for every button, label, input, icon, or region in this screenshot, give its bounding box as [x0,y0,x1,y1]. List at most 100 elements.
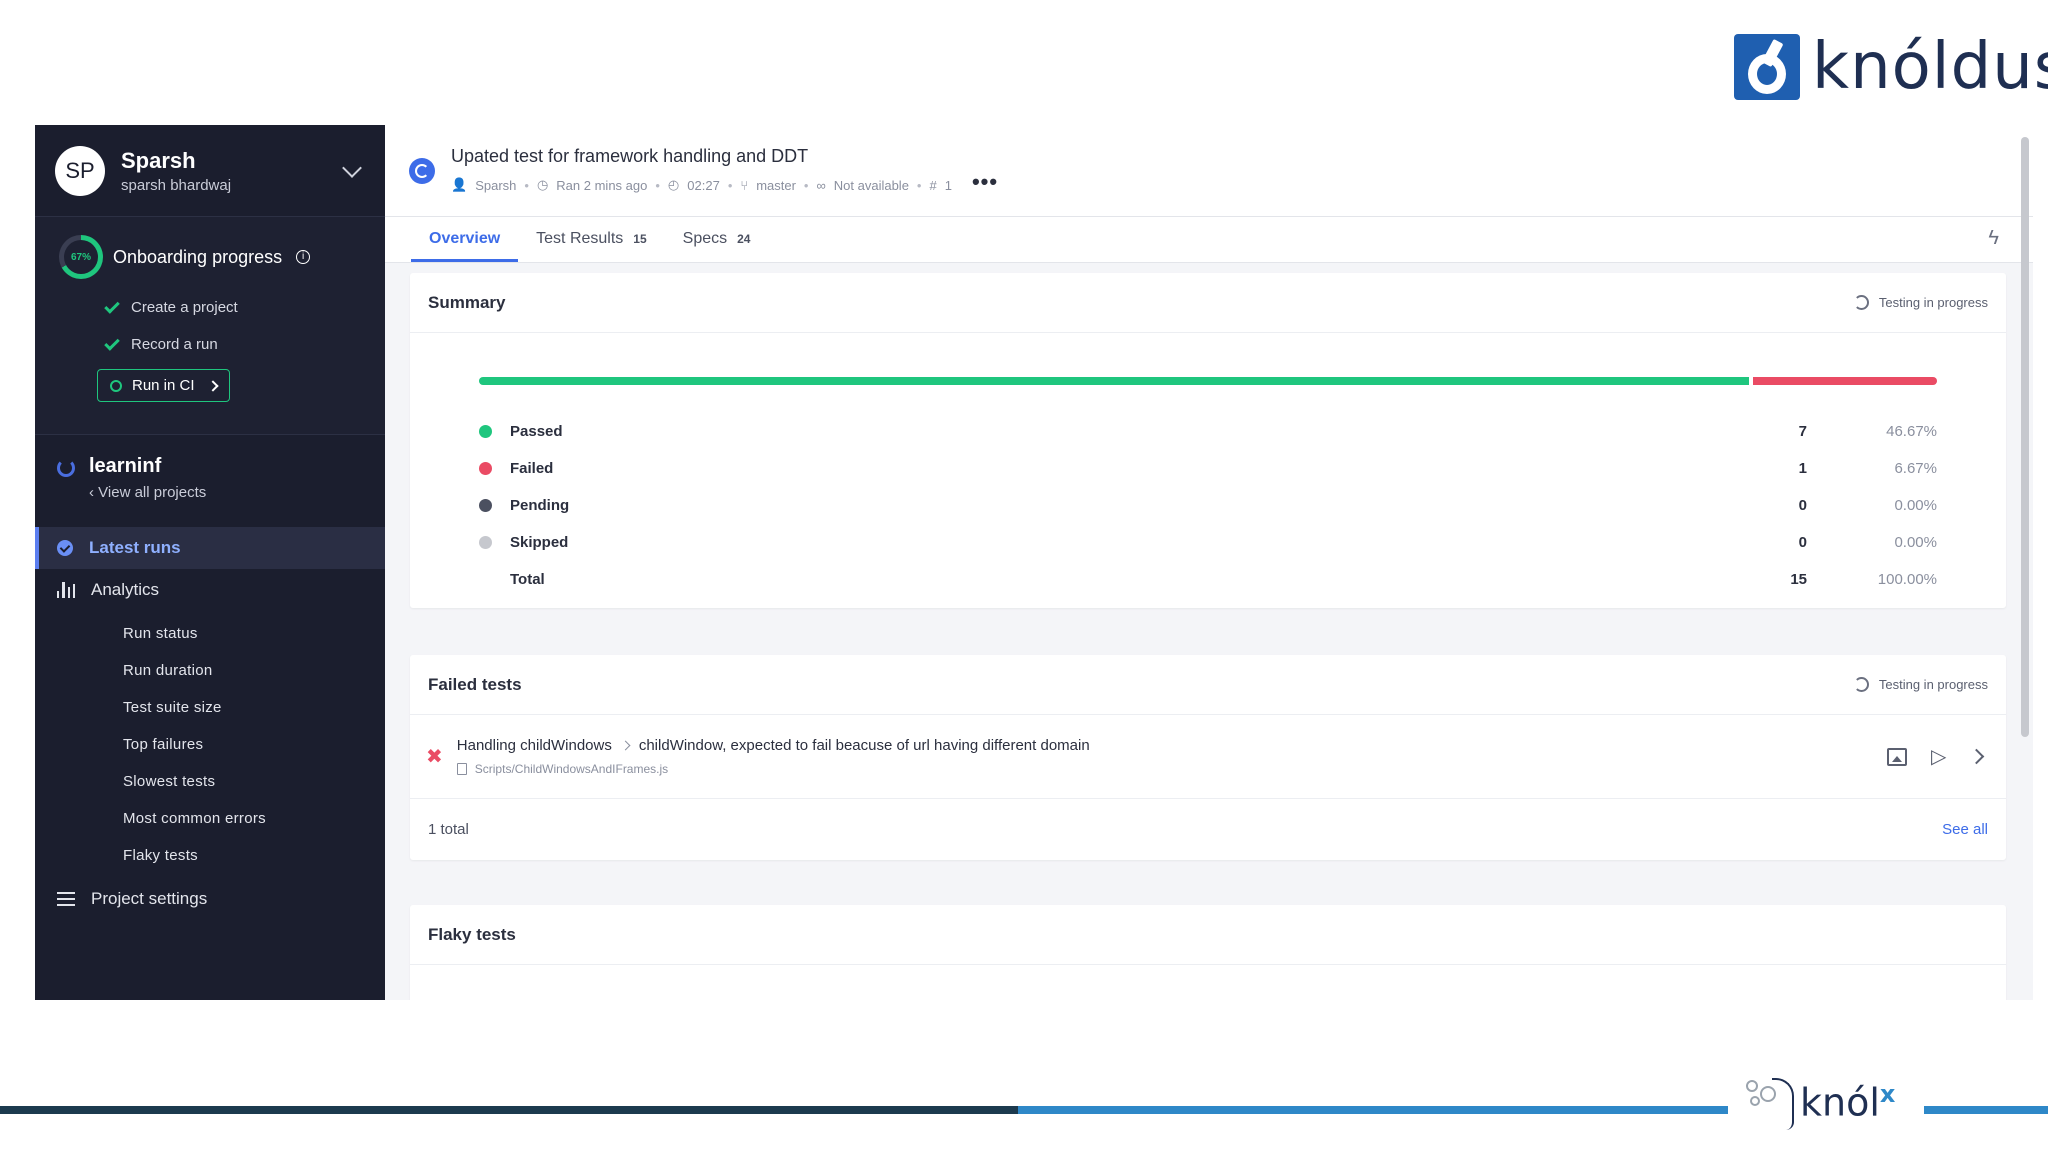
sidebar-item-run-status[interactable]: Run status [35,615,385,652]
failed-tests-card: Failed tests Testing in progress ✖ Handl… [410,655,2006,860]
sidebar: SP Sparsh sparsh bhardwaj 67% Onboarding… [35,125,385,1000]
info-icon[interactable]: i [296,250,311,264]
sidebar-item-label: Project settings [91,889,208,908]
testing-status: Testing in progress [1853,677,1988,692]
status-dot [479,462,492,475]
footer-line [0,1106,1018,1114]
bar-chart-icon [57,582,75,598]
chevron-right-icon[interactable] [1968,748,1985,765]
file-icon [456,763,467,775]
summary-row[interactable]: Failed 1 6.67% [479,450,1937,487]
tab-overview[interactable]: Overview [411,230,519,262]
user-icon: 👤 [451,177,468,192]
failed-total: 1 total [428,820,469,838]
more-options-icon[interactable]: ••• [972,169,998,195]
summary-card: Summary Testing in progress Passed 7 46.… [410,273,2006,608]
run-header: Upated test for framework handling and D… [385,125,2033,217]
chevron-down-icon[interactable] [342,157,362,178]
knoldus-logo-text: knóldus [1812,30,2048,104]
project-name: learninf [89,455,162,477]
clock-icon: ◷ [536,177,549,192]
hash-icon: # [929,177,937,193]
project-header: learninf ‹ View all projects [35,435,385,509]
run-number: 1 [944,177,952,193]
failed-bar-segment [1752,377,1937,385]
run-status-icon [409,157,435,184]
passed-bar-segment [479,377,1749,385]
refresh-icon [57,459,75,477]
onboarding-panel: 67% Onboarding progress i Create a proje… [35,217,385,435]
summary-progress-bar [479,377,1937,385]
avatar: SP [55,145,105,196]
sidebar-item-label: Analytics [91,580,160,599]
sidebar-item-top-failures[interactable]: Top failures [35,726,385,763]
check-circle-icon [57,540,73,556]
run-in-ci-label: Run in CI [132,377,195,394]
onboarding-step-label: Record a run [131,336,218,353]
summary-table: Passed 7 46.67% Failed 1 6.67% Pending 0… [479,413,1937,598]
refresh-icon [1853,295,1869,310]
testing-status: Testing in progress [1853,295,1988,310]
test-name: childWindow, expected to fail beacuse of… [638,737,1090,754]
status-dot [479,573,492,586]
sidebar-item-label: Latest runs [89,538,181,557]
knolx-logo: knólx [1728,1052,1924,1152]
circle-icon [110,379,122,392]
run-link: Not available [833,177,909,193]
knolx-logo-text: knólx [1800,1079,1896,1125]
play-icon[interactable] [1931,744,1947,769]
status-dot [479,536,492,549]
flaky-tests-card: Flaky tests [410,905,2006,1000]
run-branch[interactable]: master [756,178,796,193]
summary-total-row: Total 15 100.00% [479,561,1937,598]
refresh-icon [1853,677,1869,692]
scrollbar[interactable] [2021,137,2029,737]
main-content: Upated test for framework handling and D… [385,125,2033,1000]
test-file-path: Scripts/ChildWindowsAndIFrames.js [474,762,669,776]
run-in-ci-button[interactable]: Run in CI [97,369,230,402]
failed-test-row[interactable]: ✖ Handling childWindows childWindow, exp… [410,715,2006,799]
branch-icon: ⑂ [740,177,749,193]
knoldus-logo-mark [1734,34,1800,100]
failed-tests-title: Failed tests [428,674,522,694]
check-icon [104,297,120,314]
onboarding-progress-ring: 67% [59,235,103,279]
test-suite-name: Handling childWindows [456,737,612,754]
status-dot [479,499,492,512]
flash-off-icon[interactable]: ϟ [1988,227,1999,250]
onboarding-step: Record a run [104,334,361,353]
user-handle: sparsh bhardwaj [121,176,232,194]
summary-row[interactable]: Pending 0 0.00% [479,487,1937,524]
tab-test-results[interactable]: Test Results 15 [518,230,665,262]
tab-specs[interactable]: Specs 24 [665,230,769,262]
tab-count: 24 [737,232,751,246]
status-dot [479,425,492,438]
sidebar-item-run-duration[interactable]: Run duration [35,652,385,689]
view-all-projects-link[interactable]: ‹ View all projects [89,484,206,501]
sidebar-item-most-common-errors[interactable]: Most common errors [35,800,385,837]
sidebar-item-slowest-tests[interactable]: Slowest tests [35,763,385,800]
timer-icon: ◴ [667,177,680,192]
sidebar-item-project-settings[interactable]: Project settings [35,878,385,920]
summary-row[interactable]: Skipped 0 0.00% [479,524,1937,561]
link-icon: ∞ [816,177,826,193]
sidebar-item-test-suite-size[interactable]: Test suite size [35,689,385,726]
onboarding-percent: 67% [70,251,91,263]
sidebar-item-latest-runs[interactable]: Latest runs [35,527,385,569]
summary-title: Summary [428,292,506,312]
user-switcher[interactable]: SP Sparsh sparsh bhardwaj [35,125,385,217]
chevron-right-icon [620,740,631,751]
see-all-link[interactable]: See all [1942,821,1988,838]
screenshot-icon[interactable] [1887,747,1907,766]
user-name: Sparsh [121,147,196,173]
sidebar-item-flaky-tests[interactable]: Flaky tests [35,837,385,874]
onboarding-title: Onboarding progress [113,246,283,267]
chevron-right-icon [206,379,219,392]
knolx-logo-mark [1742,1072,1798,1132]
app-window: SP Sparsh sparsh bhardwaj 67% Onboarding… [35,125,2033,1000]
run-duration: 02:27 [687,177,720,193]
summary-row[interactable]: Passed 7 46.67% [479,413,1937,450]
sidebar-item-analytics[interactable]: Analytics [35,569,385,611]
run-title: Upated test for framework handling and D… [451,146,809,166]
run-author[interactable]: Sparsh [475,178,516,193]
